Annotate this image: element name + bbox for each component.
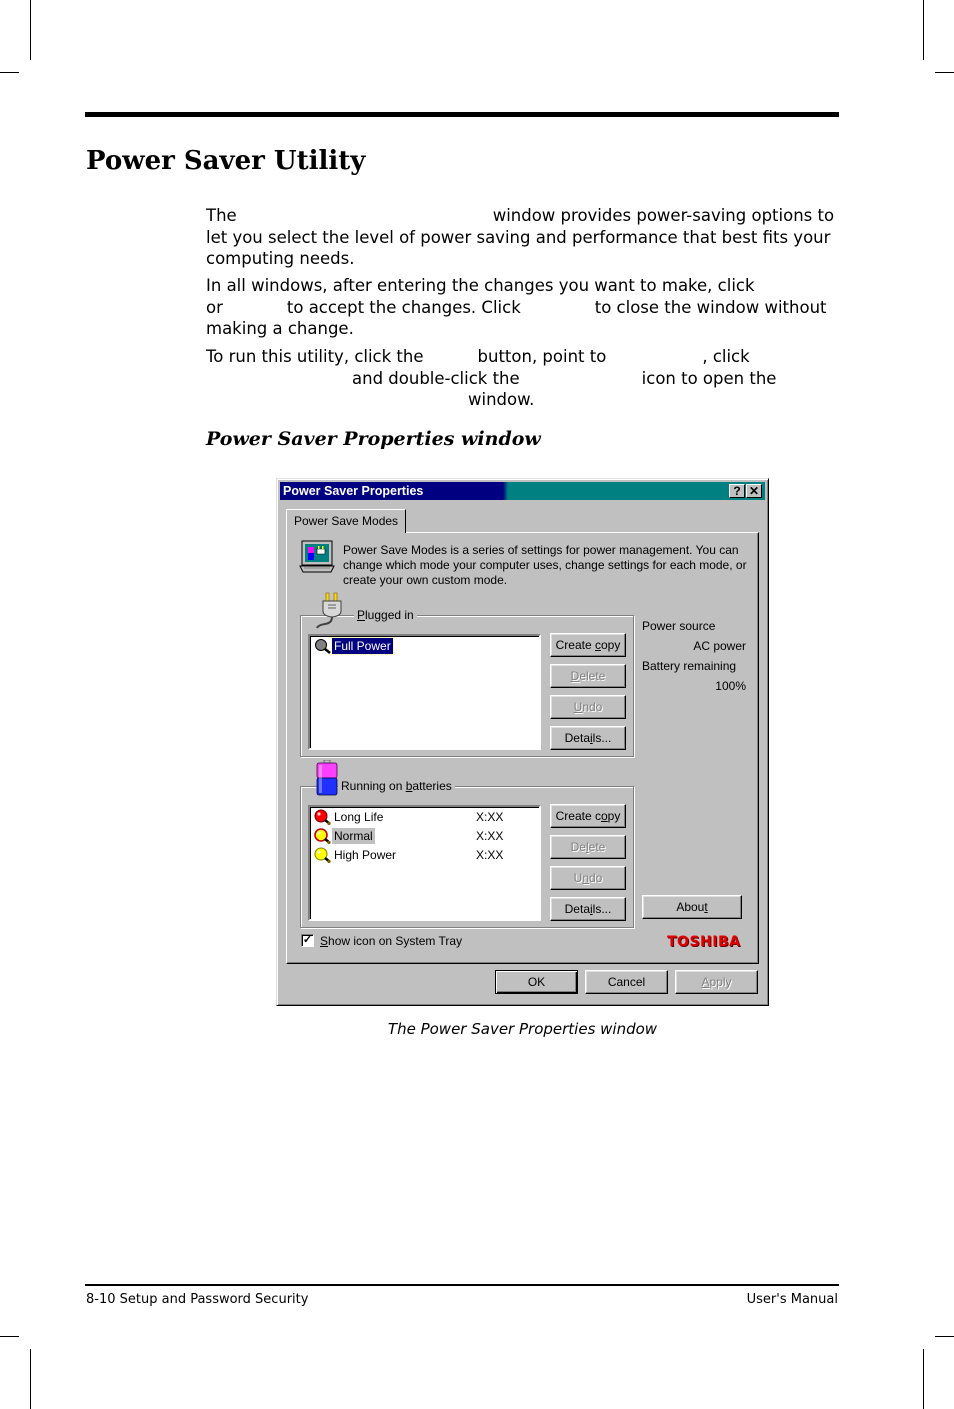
intro-description: Power Save Modes is a series of settings… (343, 543, 747, 587)
laptop-power-icon (299, 540, 335, 573)
page-title: Power Saver Utility (86, 146, 366, 176)
yellow-red-mode-icon (314, 827, 331, 844)
text: or (206, 297, 223, 317)
text: to accept the changes. Click (286, 297, 521, 317)
title-bar[interactable]: Power Saver Properties ? ✕ (280, 482, 765, 500)
crop-mark (30, 1349, 31, 1409)
gray-magnifier-icon (315, 639, 331, 654)
plugged-in-mode-list[interactable]: Full Power (308, 634, 541, 750)
about-button[interactable]: About (642, 895, 742, 919)
text: , click (702, 347, 750, 366)
footer-rule (85, 1284, 839, 1286)
mode-name: Full Power (331, 637, 394, 655)
section-heading: Power Saver Properties window (206, 428, 541, 450)
list-item[interactable]: Long Life X:XX (314, 808, 503, 826)
text: window. (468, 390, 535, 409)
close-button[interactable]: ✕ (746, 484, 762, 498)
footer-manual: User's Manual (746, 1292, 838, 1307)
text: button, point to (477, 347, 607, 366)
text: window provides power-saving options to … (206, 206, 835, 268)
crop-mark (30, 0, 31, 60)
battery-delete-button[interactable]: Delete (550, 835, 626, 859)
mode-time: X:XX (476, 848, 504, 862)
list-item[interactable]: Normal X:XX (314, 827, 503, 845)
paragraph-intro: The window provides power-saving options … (206, 205, 836, 270)
plugged-delete-button[interactable]: Delete (550, 664, 626, 688)
plugged-details-button[interactable]: Details... (550, 726, 626, 750)
plugged-undo-button[interactable]: Undo (550, 695, 626, 719)
crop-mark (935, 1336, 954, 1337)
battery-undo-button[interactable]: Undo (550, 866, 626, 890)
mode-time: X:XX (476, 829, 504, 843)
batteries-label: Running on batteries (338, 779, 455, 793)
paragraph-run: To run this utility, click the button, po… (206, 346, 836, 411)
apply-button[interactable]: Apply (675, 970, 758, 994)
text: In all windows, after entering the chang… (206, 276, 755, 295)
text: The (206, 206, 237, 225)
battery-details-button[interactable]: Details... (550, 897, 626, 921)
show-tray-label[interactable]: Show icon on System Tray (320, 934, 462, 948)
mode-name: Normal (332, 828, 375, 844)
battery-icon (316, 760, 338, 796)
mode-name: High Power (334, 848, 397, 862)
show-tray-checkbox[interactable]: ✓ (301, 934, 314, 947)
list-item[interactable]: Full Power (314, 637, 394, 655)
power-plug-icon (316, 592, 342, 629)
plugged-in-label: Plugged in (354, 608, 417, 622)
list-item[interactable]: High Power X:XX (314, 846, 503, 864)
power-saver-properties-dialog: Power Saver Properties ? ✕ Power Save Mo… (276, 478, 769, 1006)
header-rule (85, 112, 839, 117)
toshiba-logo: TOSHIBA (667, 934, 741, 950)
battery-create-copy-button[interactable]: Create copy (550, 804, 626, 828)
help-button[interactable]: ? (729, 484, 745, 498)
power-source-value: AC power (693, 639, 746, 653)
battery-mode-list[interactable]: Long Life X:XX Normal X:XX High Power X:… (308, 805, 541, 921)
mode-time: X:XX (476, 810, 504, 824)
yellow-mode-icon (314, 847, 331, 863)
figure-caption: The Power Saver Properties window (387, 1020, 658, 1038)
battery-remaining-value: 100% (715, 679, 746, 693)
red-mode-icon (314, 809, 331, 825)
text: and double-click the (352, 368, 520, 388)
power-source-label: Power source (642, 619, 716, 633)
text: icon to open the (641, 368, 777, 388)
tab-power-save-modes[interactable]: Power Save Modes (286, 509, 407, 533)
crop-mark (935, 72, 954, 73)
crop-mark (0, 1336, 19, 1337)
cancel-button[interactable]: Cancel (585, 970, 668, 994)
crop-mark (923, 1349, 924, 1409)
dialog-title: Power Saver Properties (283, 484, 424, 498)
footer-section: 8-10 Setup and Password Security (86, 1292, 309, 1307)
text: To run this utility, click the (206, 347, 424, 366)
plugged-create-copy-button[interactable]: Create copy (550, 633, 626, 657)
crop-mark (923, 0, 924, 60)
mode-name: Long Life (334, 810, 384, 824)
paragraph-buttons: In all windows, after entering the chang… (206, 275, 836, 340)
battery-remaining-label: Battery remaining (642, 659, 737, 673)
ok-button[interactable]: OK (495, 970, 578, 994)
crop-mark (0, 72, 19, 73)
